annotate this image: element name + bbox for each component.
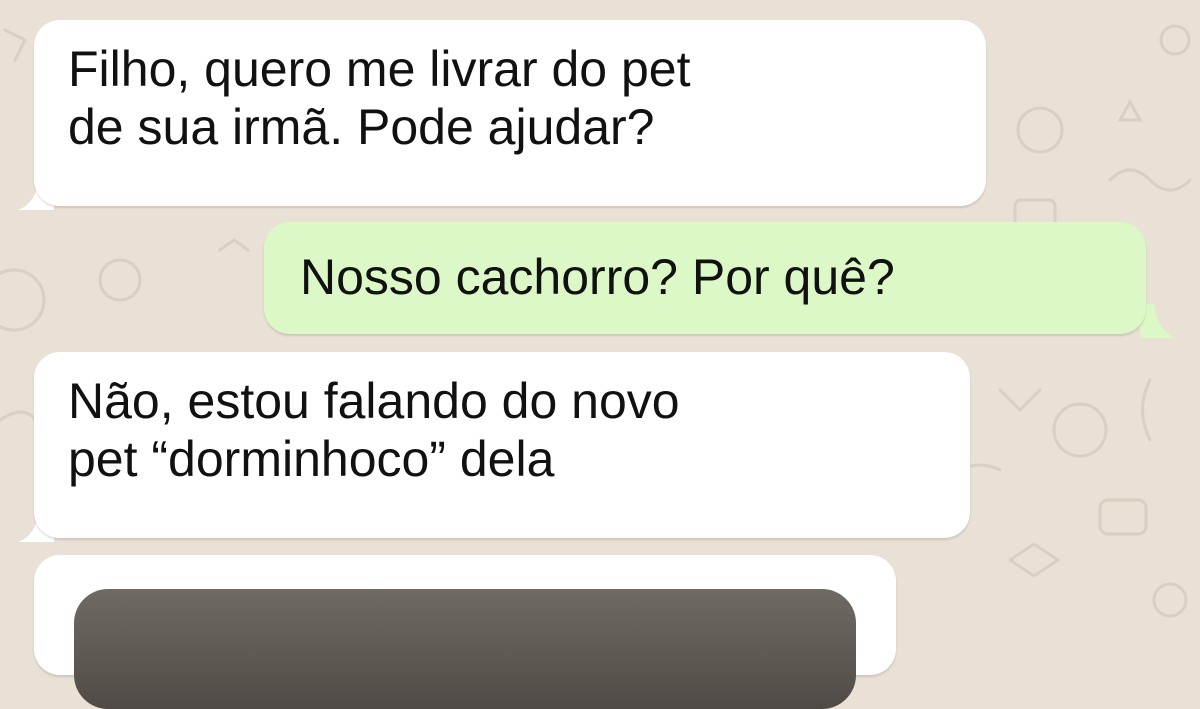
message-photo[interactable] bbox=[74, 589, 856, 709]
message-text-line: pet “dorminhoco” dela bbox=[68, 431, 555, 487]
message-bubble-incoming[interactable]: Não, estou falando do novo pet “dorminho… bbox=[34, 352, 970, 538]
message-text-line: de sua irmã. Pode ajudar? bbox=[68, 99, 655, 155]
message-bubble-image[interactable] bbox=[34, 555, 896, 709]
message-bubble-outgoing[interactable]: Nosso cachorro? Por quê? bbox=[264, 222, 1146, 334]
message-text-line: Filho, quero me livrar do pet bbox=[68, 41, 691, 97]
message-text-line: Nosso cachorro? Por quê? bbox=[300, 249, 895, 305]
message-text-line: Não, estou falando do novo bbox=[68, 373, 680, 429]
message-bubble-incoming[interactable]: Filho, quero me livrar do pet de sua irm… bbox=[34, 20, 986, 206]
